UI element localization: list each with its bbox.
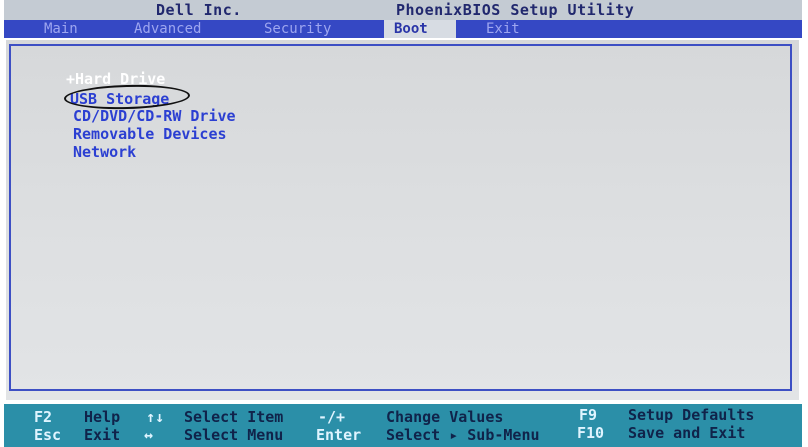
f10-key: F10 <box>577 424 605 442</box>
tab-exit[interactable]: Exit <box>486 20 520 38</box>
select-menu-label: Select Menu <box>184 426 284 444</box>
vendor-name: Dell Inc. <box>156 1 242 19</box>
select-item-label: Select Item <box>184 408 284 426</box>
utility-name: PhoenixBIOS Setup Utility <box>396 1 635 19</box>
f2-key: F2 <box>34 408 53 426</box>
enter-key: Enter <box>316 426 362 444</box>
boot-item-network[interactable]: Network <box>73 143 136 161</box>
exit-label: Exit <box>84 426 121 444</box>
setup-defaults-label: Setup Defaults <box>628 406 755 424</box>
boot-item-cd-dvd[interactable]: CD/DVD/CD-RW Drive <box>73 107 236 125</box>
change-values-label: Change Values <box>386 408 504 426</box>
menu-bar: Main Advanced Security Boot Exit <box>4 20 802 38</box>
save-and-exit-label: Save and Exit <box>628 424 746 442</box>
arrows-left-right-icon: ↔ <box>144 426 154 444</box>
title-bar: Dell Inc. PhoenixBIOS Setup Utility <box>4 0 802 21</box>
boot-item-removable[interactable]: Removable Devices <box>73 125 227 143</box>
help-label: Help <box>84 408 121 426</box>
tab-advanced[interactable]: Advanced <box>134 20 201 38</box>
tab-boot[interactable]: Boot <box>384 20 456 38</box>
minus-plus-key: -/+ <box>318 408 346 426</box>
tab-main[interactable]: Main <box>44 20 78 38</box>
bios-screen: Dell Inc. PhoenixBIOS Setup Utility Main… <box>0 0 808 447</box>
key-help-footer: F2 Help ↑↓ Select Item -/+ Change Values… <box>4 404 802 447</box>
esc-key: Esc <box>34 426 62 444</box>
f9-key: F9 <box>579 406 598 424</box>
tab-security[interactable]: Security <box>264 20 331 38</box>
arrows-up-down-icon: ↑↓ <box>146 408 165 426</box>
select-submenu-label: Select ▸ Sub-Menu <box>386 426 540 444</box>
